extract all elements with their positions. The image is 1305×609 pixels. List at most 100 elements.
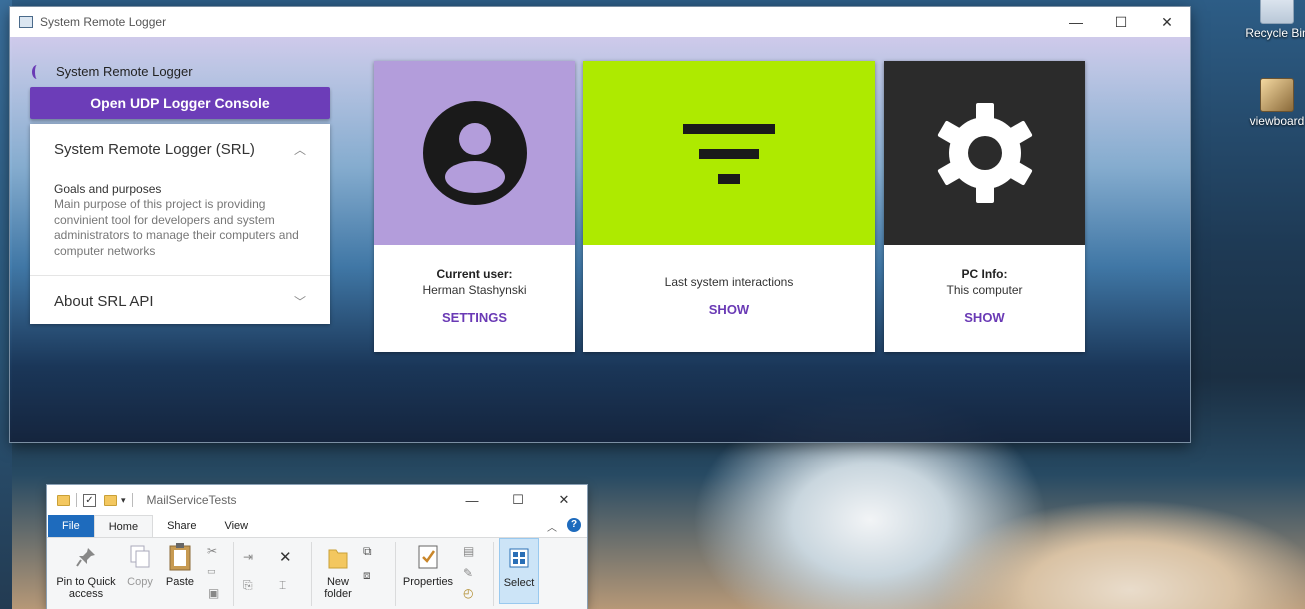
accordion: System Remote Logger (SRL) ︿ Goals and p… (30, 124, 330, 324)
show-interactions-button[interactable]: SHOW (709, 302, 749, 317)
tab-share[interactable]: Share (153, 515, 210, 537)
ribbon: Pin to Quick access Copy Paste ✂ ▭ ▣ ⇥ ⎘… (47, 537, 587, 609)
copy-button[interactable]: Copy (123, 538, 157, 588)
copy-label: Copy (127, 576, 153, 588)
explorer-window: ✓ ▾ MailServiceTests — ☐ ✕ File Home Sha… (47, 485, 587, 609)
select-button[interactable]: Select (499, 538, 539, 604)
cut-icon[interactable]: ✂ (207, 544, 217, 558)
open-icon[interactable]: ▤ (463, 544, 474, 558)
chevron-up-icon[interactable]: ︿ (547, 519, 557, 534)
folder-icon (57, 494, 70, 506)
tab-home[interactable]: Home (93, 515, 154, 537)
section-text: Main purpose of this project is providin… (54, 197, 299, 258)
file-icon (1260, 78, 1294, 112)
minimize-button[interactable]: — (1053, 7, 1099, 37)
divider (311, 542, 312, 606)
tab-view[interactable]: View (210, 515, 262, 537)
pin-quick-access-button[interactable]: Pin to Quick access (53, 538, 119, 600)
section-heading: Goals and purposes (54, 182, 162, 196)
app-window: System Remote Logger — ☐ ✕ System Remote… (10, 7, 1190, 442)
close-button[interactable]: ✕ (541, 485, 587, 515)
select-icon (509, 539, 529, 577)
card-media (583, 61, 875, 245)
open-udp-console-button[interactable]: Open UDP Logger Console (30, 87, 330, 119)
app-icon (19, 16, 33, 28)
card-last-interactions: Last system interactions SHOW (583, 61, 875, 352)
explorer-titlebar[interactable]: ✓ ▾ MailServiceTests — ☐ ✕ (47, 485, 587, 515)
tab-file[interactable]: File (48, 515, 94, 537)
card-info: Last system interactions SHOW (583, 245, 875, 352)
desktop-icon-label: viewboard (1249, 114, 1305, 128)
card-label: PC Info: (961, 267, 1008, 281)
card-pc-info: PC Info: This computer SHOW (884, 61, 1085, 352)
accordion-title: System Remote Logger (SRL) (54, 140, 255, 158)
paste-icon (168, 538, 192, 576)
account-circle-icon (422, 101, 527, 205)
pin-label: Pin to Quick access (56, 576, 116, 600)
divider (395, 542, 396, 606)
new-folder-icon (327, 538, 349, 576)
move-to-icon[interactable]: ⇥ (243, 550, 253, 564)
divider (493, 542, 494, 606)
accordion-header-srl[interactable]: System Remote Logger (SRL) ︿ (30, 124, 330, 174)
copy-to-icon[interactable]: ⎘ (243, 578, 253, 593)
logo-icon (32, 64, 42, 79)
card-media (374, 61, 575, 245)
divider (131, 493, 133, 507)
pin-icon (75, 538, 97, 576)
rename-icon[interactable]: ⌶ (279, 578, 286, 593)
desktop-icon-label: Recycle Bin (1245, 26, 1305, 40)
ribbon-tabs: File Home Share View ︿ ? (47, 515, 587, 537)
delete-icon[interactable]: ✕ (279, 548, 292, 566)
properties-button[interactable]: Properties (399, 538, 457, 588)
desktop-icon-viewboard[interactable]: viewboard (1237, 78, 1305, 128)
copy-icon (129, 538, 151, 576)
properties-label: Properties (402, 576, 454, 588)
new-item-icon[interactable]: ⧉ (363, 544, 372, 559)
recycle-bin-icon (1260, 0, 1294, 24)
help-icon[interactable]: ? (567, 518, 581, 532)
explorer-title: MailServiceTests (146, 493, 237, 507)
settings-button[interactable]: SETTINGS (442, 310, 507, 325)
properties-icon (416, 538, 440, 576)
card-info: PC Info: This computer SHOW (884, 245, 1085, 352)
show-pc-info-button[interactable]: SHOW (964, 310, 1004, 325)
card-media (884, 61, 1085, 245)
accordion-body: Goals and purposes Main purpose of this … (30, 174, 330, 276)
paste-label: Paste (165, 576, 195, 588)
maximize-button[interactable]: ☐ (1098, 7, 1144, 37)
brand-title: System Remote Logger (56, 64, 193, 79)
history-icon[interactable]: ◴ (463, 586, 473, 600)
card-value: Herman Stashynski (422, 283, 527, 297)
new-folder-quick-icon[interactable] (104, 494, 117, 506)
edit-icon[interactable]: ✎ (463, 566, 473, 580)
card-current-user: Current user: Herman Stashynski SETTINGS (374, 61, 575, 352)
maximize-button[interactable]: ☐ (495, 485, 541, 515)
window-title: System Remote Logger (40, 15, 167, 29)
properties-quick-icon[interactable]: ✓ (83, 493, 96, 507)
desktop-icon-recycle-bin[interactable]: Recycle Bin (1237, 0, 1305, 40)
window-titlebar[interactable]: System Remote Logger — ☐ ✕ (10, 7, 1190, 37)
gear-icon (937, 103, 1032, 203)
divider (233, 542, 234, 606)
brand: System Remote Logger (32, 64, 193, 79)
card-label: Current user: (436, 267, 513, 281)
chevron-down-icon: ﹀ (293, 294, 306, 309)
filter-list-icon (683, 124, 775, 184)
easy-access-icon[interactable]: ⧈ (363, 568, 371, 583)
card-label: Last system interactions (664, 275, 794, 289)
chevron-down-icon[interactable]: ▾ (121, 495, 126, 506)
divider (76, 493, 77, 507)
select-label: Select (503, 577, 535, 589)
chevron-up-icon: ︿ (293, 142, 306, 157)
copy-path-icon[interactable]: ▭ (207, 566, 216, 577)
new-folder-label: New folder (324, 576, 352, 600)
new-folder-button[interactable]: New folder (317, 538, 359, 600)
accordion-header-api[interactable]: About SRL API ﹀ (30, 276, 330, 326)
accordion-title: About SRL API (54, 292, 154, 310)
paste-shortcut-icon[interactable]: ▣ (208, 586, 219, 600)
minimize-button[interactable]: — (449, 485, 495, 515)
close-button[interactable]: ✕ (1144, 7, 1190, 37)
paste-button[interactable]: Paste (161, 538, 199, 588)
card-info: Current user: Herman Stashynski SETTINGS (374, 245, 575, 352)
